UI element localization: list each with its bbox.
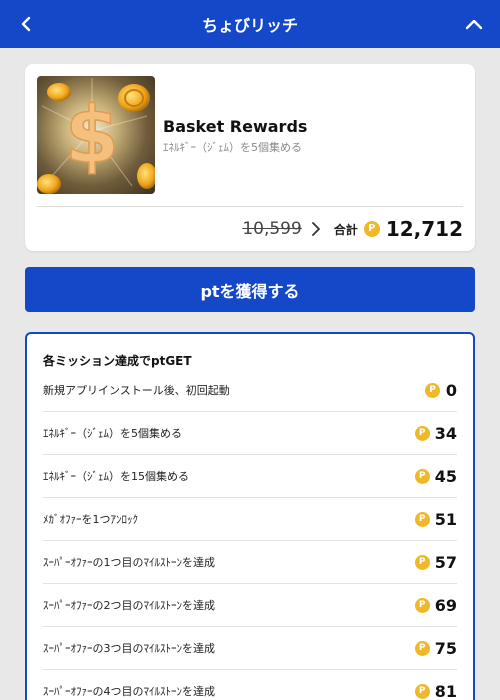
mission-reward: P 75 <box>414 638 457 658</box>
app-header: ちょびリッチ <box>0 0 500 48</box>
mission-reward: P 57 <box>414 552 457 572</box>
missions-title: 各ミッション達成でptGET <box>43 354 192 368</box>
mission-points: 81 <box>434 681 457 700</box>
mission-row: ｴﾈﾙｷﾞｰ（ｼﾞｪﾑ）を15個集める P 45 <box>43 455 457 498</box>
old-price: 10,599 <box>242 219 302 239</box>
mission-row: ｽｰﾊﾟｰｵﾌｧｰの1つ目のﾏｲﾙｽﾄｰﾝを達成 P 57 <box>43 541 457 584</box>
offer-name: Basket Rewards <box>163 117 308 136</box>
price-row: 10,599 合計 P 12,712 <box>242 216 463 242</box>
get-points-button[interactable]: ptを獲得する <box>25 267 475 312</box>
svg-text:$: $ <box>65 91 119 181</box>
mission-label: ｴﾈﾙｷﾞｰ（ｼﾞｪﾑ）を15個集める <box>43 470 189 483</box>
mission-row: ｽｰﾊﾟｰｵﾌｧｰの3つ目のﾏｲﾙｽﾄｰﾝを達成 P 75 <box>43 627 457 670</box>
dollar-coins-image: $ <box>37 78 155 194</box>
mission-reward: P0 <box>425 381 457 400</box>
back-button[interactable] <box>14 12 38 36</box>
mission-points: 75 <box>434 638 457 658</box>
mission-row: ﾒｶﾞｵﾌｧｰを1つｱﾝﾛｯｸ P 51 <box>43 498 457 541</box>
collapse-button[interactable] <box>462 12 486 36</box>
mission-points: 45 <box>434 466 457 486</box>
mission-points: 34 <box>434 423 457 443</box>
point-coin-icon: P <box>425 382 440 398</box>
missions-panel: 各ミッション達成でptGET 新規アプリインストール後、初回起動 P 0 ｴﾈﾙｷﾞｰ… <box>25 332 475 700</box>
mission-reward: P 34 <box>414 423 457 443</box>
point-coin-icon: P <box>414 425 430 441</box>
offer-subtitle: ｴﾈﾙｷﾞｰ（ｼﾞｪﾑ）を5個集める <box>163 141 302 154</box>
mission-row: ｽｰﾊﾟｰｵﾌｧｰの2つ目のﾏｲﾙｽﾄｰﾝを達成 P 69 <box>43 584 457 627</box>
chevron-left-icon <box>21 16 31 32</box>
mission-points: 51 <box>434 509 457 529</box>
mission-row: 新規アプリインストール後、初回起動 P 0 <box>43 369 457 412</box>
mission-list: 新規アプリインストール後、初回起動 P 0 ｴﾈﾙｷﾞｰ（ｼﾞｪﾑ）を5個集める P 34… <box>43 369 457 700</box>
mission-row: ｽｰﾊﾟｰｵﾌｧｰの4つ目のﾏｲﾙｽﾄｰﾝを達成 P 81 <box>43 670 457 700</box>
point-coin-icon: P <box>414 468 430 484</box>
mission-reward: P 81 <box>414 681 457 700</box>
new-price: 12,712 <box>385 217 463 241</box>
point-coin-icon: P <box>414 597 430 613</box>
mission-label: 新規アプリインストール後、初回起動 <box>43 384 230 397</box>
card-divider <box>37 206 463 207</box>
mission-points: 0 <box>445 380 457 400</box>
total-label: 合計 <box>333 222 358 237</box>
point-coin-icon: P <box>414 554 430 570</box>
mission-label: ﾒｶﾞｵﾌｧｰを1つｱﾝﾛｯｸ <box>43 513 138 526</box>
offer-card: $ Basket Rewards ｴﾈﾙｷﾞｰ（ｼﾞｪﾑ）を5個集める 10,5… <box>25 64 475 251</box>
mission-reward: P 45 <box>414 466 457 486</box>
mission-label: ｽｰﾊﾟｰｵﾌｧｰの4つ目のﾏｲﾙｽﾄｰﾝを達成 <box>43 685 215 698</box>
mission-points: 69 <box>434 595 457 615</box>
point-coin-icon: P <box>363 221 380 237</box>
mission-reward: P 51 <box>414 509 457 529</box>
point-coin-icon: P <box>414 640 430 656</box>
mission-label: ｽｰﾊﾟｰｵﾌｧｰの1つ目のﾏｲﾙｽﾄｰﾝを達成 <box>43 556 215 569</box>
mission-points: 57 <box>434 552 457 572</box>
mission-label: ｽｰﾊﾟｰｵﾌｧｰの2つ目のﾏｲﾙｽﾄｰﾝを達成 <box>43 599 215 612</box>
page-title: ちょびリッチ <box>201 16 298 35</box>
offer-thumbnail: $ <box>37 76 155 194</box>
mission-reward: P 69 <box>414 595 457 615</box>
point-coin-icon: P <box>414 683 430 699</box>
mission-label: ｽｰﾊﾟｰｵﾌｧｰの3つ目のﾏｲﾙｽﾄｰﾝを達成 <box>43 642 215 655</box>
point-coin-icon: P <box>414 511 430 527</box>
chevron-right-icon <box>308 221 324 237</box>
mission-label: ｴﾈﾙｷﾞｰ（ｼﾞｪﾑ）を5個集める <box>43 427 182 440</box>
chevron-up-icon <box>465 19 483 30</box>
mission-row: ｴﾈﾙｷﾞｰ（ｼﾞｪﾑ）を5個集める P 34 <box>43 412 457 455</box>
